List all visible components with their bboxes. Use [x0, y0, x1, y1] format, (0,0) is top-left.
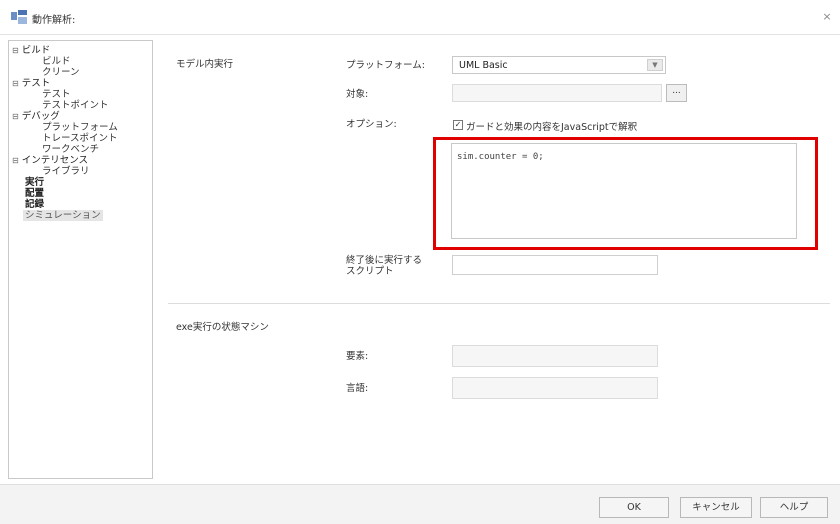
tree-item-tracepoint[interactable]: トレースポイント — [42, 133, 118, 144]
collapse-icon[interactable]: ⊟ — [12, 46, 19, 55]
collapse-icon[interactable]: ⊟ — [12, 79, 19, 88]
category-tree[interactable]: ⊟ ビルド ビルド クリーン ⊟ テスト テスト テストポイント ⊟ デバッグ プラッ… — [8, 40, 153, 479]
element-label: 要素: — [346, 351, 369, 362]
tree-item-platform[interactable]: プラットフォーム — [42, 122, 118, 133]
tree-item-testpoint[interactable]: テストポイント — [42, 100, 109, 111]
chevron-down-icon[interactable]: ▼ — [647, 59, 663, 71]
post-script-input[interactable] — [452, 255, 658, 275]
script-textarea[interactable]: sim.counter = 0; — [451, 143, 797, 239]
post-script-label: 終了後に実行するスクリプト — [346, 255, 423, 277]
tree-item-test-group[interactable]: ⊟ テスト — [12, 78, 50, 89]
exe-state-machine-section-label: exe実行の状態マシン — [176, 322, 269, 333]
tree-item-clean[interactable]: クリーン — [42, 67, 80, 78]
tree-item-build[interactable]: ビルド — [42, 56, 71, 67]
tree-item-debug-group[interactable]: ⊟ デバッグ — [12, 111, 60, 122]
help-button[interactable]: ヘルプ — [760, 497, 828, 518]
close-icon[interactable]: × — [820, 10, 834, 23]
javascript-guard-checkbox[interactable]: ✓ — [453, 120, 463, 130]
options-label: オプション: — [346, 119, 397, 130]
cancel-button[interactable]: キャンセル — [680, 497, 752, 518]
tree-item-library[interactable]: ライブラリ — [42, 166, 90, 177]
platform-value: UML Basic — [459, 60, 508, 71]
tree-item-run[interactable]: 実行 — [25, 177, 44, 188]
app-icon — [11, 10, 27, 24]
tree-item-intellisense-group[interactable]: ⊟ インテリセンス — [12, 155, 88, 166]
target-input[interactable] — [452, 84, 662, 102]
language-input[interactable] — [452, 377, 658, 399]
tree-item-simulation[interactable]: シミュレーション — [23, 210, 103, 221]
platform-label: プラットフォーム: — [346, 60, 425, 71]
script-text: sim.counter = 0; — [457, 152, 544, 162]
model-exec-section-label: モデル内実行 — [176, 59, 234, 70]
window-title: 動作解析: — [32, 15, 76, 26]
tree-item-record[interactable]: 記録 — [25, 199, 44, 210]
element-input[interactable] — [452, 345, 658, 367]
platform-select[interactable]: UML Basic ▼ — [452, 56, 666, 74]
collapse-icon[interactable]: ⊟ — [12, 112, 19, 121]
ok-button[interactable]: OK — [599, 497, 669, 518]
collapse-icon[interactable]: ⊟ — [12, 156, 19, 165]
title-bar: 動作解析: × — [0, 0, 840, 35]
tree-item-deploy[interactable]: 配置 — [25, 188, 44, 199]
tree-item-build-group[interactable]: ⊟ ビルド — [12, 45, 50, 56]
section-divider — [168, 303, 830, 304]
target-label: 対象: — [346, 89, 369, 100]
tree-item-test[interactable]: テスト — [42, 89, 71, 100]
javascript-guard-checkbox-label[interactable]: ガードと効果の内容をJavaScriptで解釈 — [466, 119, 637, 133]
language-label: 言語: — [346, 383, 369, 394]
browse-button[interactable]: ... — [666, 84, 687, 102]
tree-item-workbench[interactable]: ワークベンチ — [42, 144, 99, 155]
